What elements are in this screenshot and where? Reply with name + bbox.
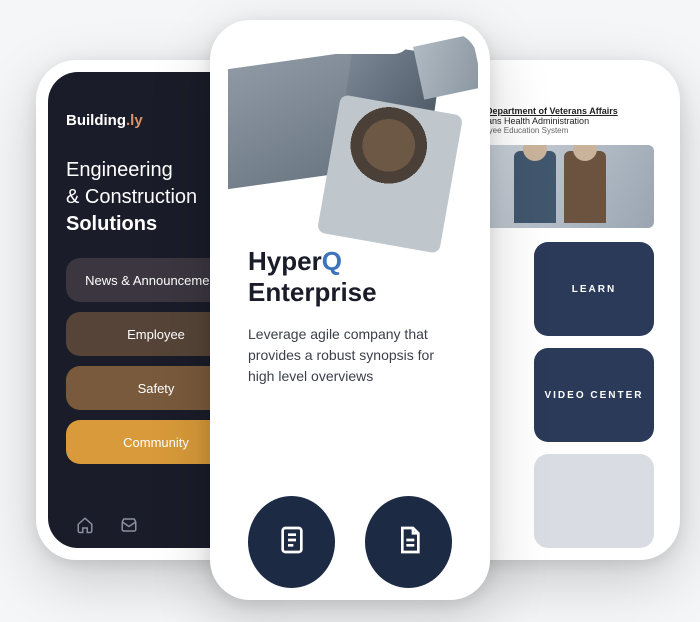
hero-line-2: & Construction bbox=[66, 186, 197, 208]
action-document-button[interactable] bbox=[365, 496, 452, 588]
hero-line-3: Solutions bbox=[66, 213, 157, 235]
inbox-icon[interactable] bbox=[120, 516, 138, 539]
person-illustration bbox=[514, 151, 556, 223]
notch bbox=[96, 72, 216, 94]
tile-learn[interactable]: LEARN bbox=[534, 242, 654, 336]
app-description: Leverage agile company that provides a r… bbox=[248, 324, 452, 387]
va-hero-image bbox=[466, 145, 654, 228]
hero-collage bbox=[222, 32, 478, 232]
phone-hyperq: HyperQ Enterprise Leverage agile company… bbox=[210, 20, 490, 600]
title-prefix: Hyper bbox=[248, 246, 322, 276]
tile-grid: LEARN VIDEO CENTER bbox=[466, 242, 654, 548]
va-header-line-3: Employee Education System bbox=[466, 126, 654, 135]
va-header: U.S. Department of Veterans Affairs Vete… bbox=[466, 106, 654, 135]
tile-more[interactable] bbox=[534, 454, 654, 548]
hero-portrait bbox=[317, 94, 463, 253]
center-body: HyperQ Enterprise Leverage agile company… bbox=[222, 232, 478, 387]
title-accent: Q bbox=[322, 246, 342, 276]
action-checklist-button[interactable] bbox=[248, 496, 335, 588]
notch bbox=[500, 72, 620, 94]
person-illustration bbox=[564, 151, 606, 223]
document-icon bbox=[393, 524, 425, 561]
va-header-line-1: U.S. Department of Veterans Affairs bbox=[466, 106, 654, 116]
brand-prefix: Building bbox=[66, 112, 126, 129]
hero-photo-shard bbox=[413, 34, 478, 99]
brand-suffix: .ly bbox=[126, 112, 143, 129]
notch bbox=[290, 32, 410, 54]
va-header-line-2: Veterans Health Administration bbox=[466, 116, 654, 126]
app-subtitle: Enterprise bbox=[248, 277, 452, 308]
checklist-icon bbox=[276, 524, 308, 561]
action-circle-row bbox=[222, 476, 478, 588]
tile-video-center[interactable]: VIDEO CENTER bbox=[534, 348, 654, 442]
hero-line-1: Engineering bbox=[66, 159, 173, 181]
home-icon[interactable] bbox=[76, 516, 94, 539]
